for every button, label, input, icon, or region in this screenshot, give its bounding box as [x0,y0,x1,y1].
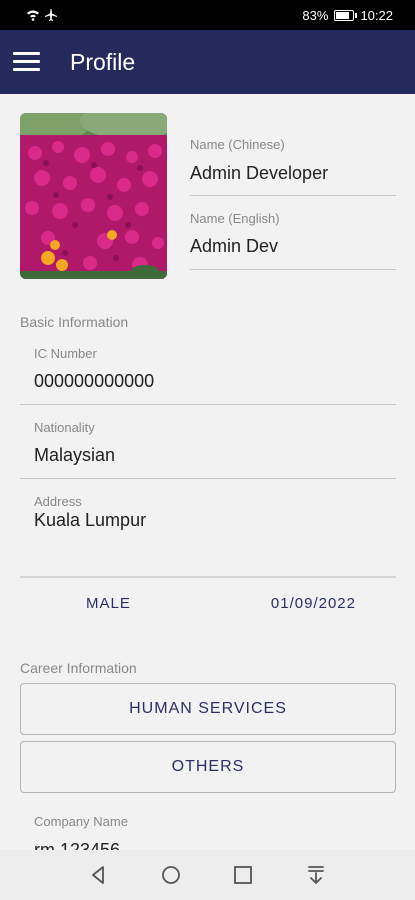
battery-fill [336,12,349,19]
battery-icon [334,10,358,21]
nationality-label: Nationality [34,420,95,435]
gender-value[interactable]: MALE [86,595,131,612]
address-divider [20,576,396,578]
status-bar: 83% 10:22 [0,0,415,30]
date-of-birth-value[interactable]: 01/09/2022 [271,595,356,612]
clock: 10:22 [360,8,393,23]
page-title: Profile [70,49,136,75]
company-name-field: Company Name rm 123456 [20,810,396,850]
name-english-field: Name (English) Admin Dev [190,206,396,270]
ic-number-label: IC Number [34,346,97,361]
name-english-value: Admin Dev [190,236,279,256]
ic-number-value: 000000000000 [34,371,155,391]
nationality-field: Nationality Malaysian [20,414,396,479]
nationality-value: Malaysian [34,445,116,465]
notifications-pull-icon[interactable] [305,864,327,886]
name-english-label: Name (English) [190,211,280,226]
app-bar: Profile [0,30,415,94]
wifi-icon [27,10,39,21]
gender-dob-row: MALE 01/09/2022 [20,595,396,619]
ic-number-field: IC Number 000000000000 [20,340,396,405]
department-button[interactable]: HUMAN SERVICES [20,683,396,735]
career-information-heading: Career Information [20,660,137,676]
home-icon[interactable] [160,864,182,886]
profile-content[interactable]: Name (Chinese) Admin Developer Name (Eng… [0,94,415,850]
address-field: Address Kuala Lumpur [20,488,396,530]
battery-percent: 83% [302,8,329,23]
name-chinese-label: Name (Chinese) [190,137,285,152]
airplane-icon [45,9,57,21]
address-value: Kuala Lumpur [34,510,147,530]
recents-icon[interactable] [232,864,254,886]
name-chinese-field: Name (Chinese) Admin Developer [190,134,396,196]
system-nav-bar [0,850,415,900]
name-chinese-value: Admin Developer [190,163,329,183]
company-name-label: Company Name [34,814,128,829]
address-label: Address [34,494,82,509]
basic-information-heading: Basic Information [20,314,129,330]
status-right: 83% 10:22 [302,8,393,23]
hamburger-menu-icon[interactable] [13,52,40,72]
profile-photo[interactable] [20,113,167,279]
position-button[interactable]: OTHERS [20,741,396,793]
status-left [26,8,58,22]
company-name-value: rm 123456 [34,840,121,850]
flower-photo-image [20,113,167,279]
back-icon[interactable] [88,864,110,886]
